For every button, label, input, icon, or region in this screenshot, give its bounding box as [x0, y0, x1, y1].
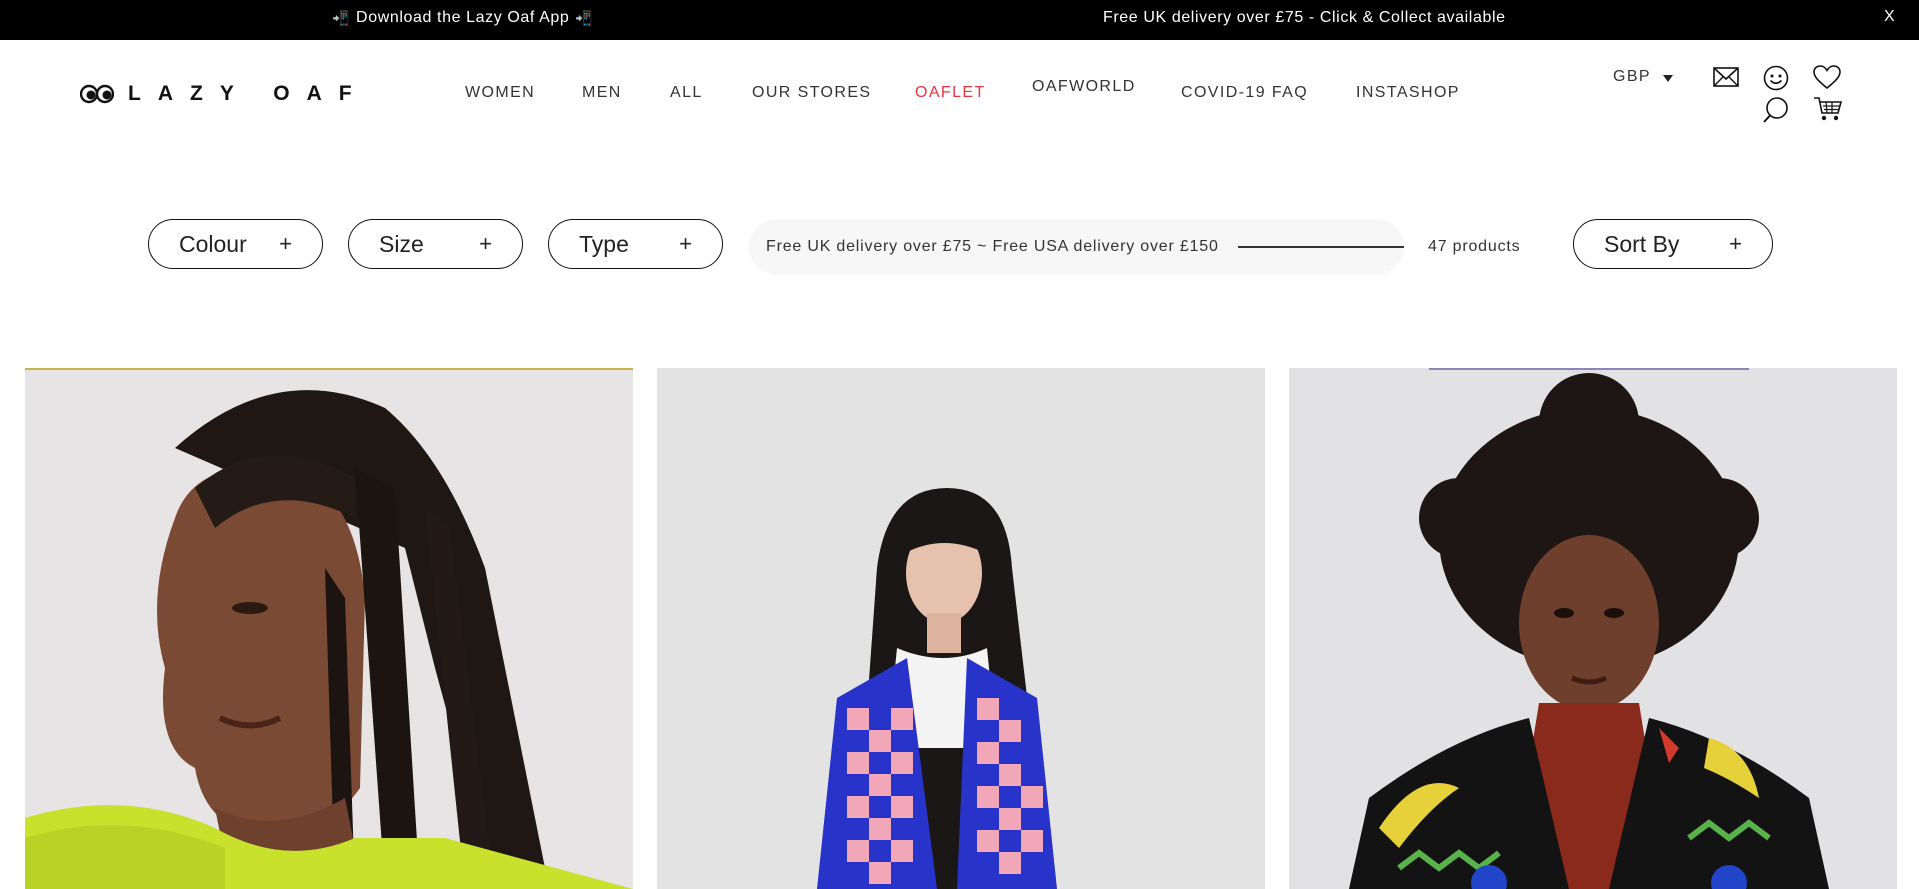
nav-item-men[interactable]: MEN [582, 84, 622, 102]
delivery-promo-banner: Free UK delivery over £75 ~ Free USA del… [749, 219, 1404, 275]
download-app-text: Download the Lazy Oaf App [356, 9, 570, 26]
promo-divider [1238, 246, 1404, 248]
product-card[interactable] [25, 368, 633, 889]
phone-icon: 📲 [332, 9, 351, 26]
delivery-message: Free UK delivery over £75 - Click & Coll… [1103, 9, 1506, 26]
close-announcement-button[interactable]: X [1884, 8, 1895, 26]
size-filter-label: Size [379, 230, 424, 257]
wishlist-icon[interactable] [1813, 65, 1841, 90]
nav-item-covid-faq[interactable]: COVID-19 FAQ [1181, 84, 1308, 102]
download-app-link[interactable]: 📲 Download the Lazy Oaf App 📲 [332, 9, 593, 27]
announcement-bar: 📲 Download the Lazy Oaf App 📲 Free UK de… [0, 0, 1919, 40]
nav-item-our-stores[interactable]: OUR STORES [752, 84, 872, 102]
type-filter-button[interactable]: Type + [548, 219, 723, 269]
colour-filter-button[interactable]: Colour + [148, 219, 323, 269]
cart-icon[interactable] [1813, 96, 1843, 122]
type-filter-label: Type [579, 230, 629, 257]
site-logo[interactable]: LAZY OAF [80, 82, 369, 106]
nav-item-instashop[interactable]: INSTASHOP [1356, 84, 1460, 102]
currency-value: GBP [1613, 68, 1651, 85]
plus-icon: + [479, 231, 492, 256]
sort-by-label: Sort By [1604, 230, 1680, 257]
product-card[interactable] [657, 368, 1265, 889]
plus-icon: + [279, 231, 292, 256]
nav-item-women[interactable]: WOMEN [465, 84, 535, 102]
phone-icon: 📲 [575, 9, 594, 26]
sort-by-button[interactable]: Sort By + [1573, 219, 1773, 269]
chevron-down-icon [1663, 75, 1673, 82]
plus-icon: + [679, 231, 692, 256]
product-image-banana-cardigan [1289, 368, 1897, 889]
currency-selector[interactable]: GBP [1613, 68, 1673, 86]
product-image-check-cardigan [657, 368, 1265, 889]
product-card[interactable] [1289, 368, 1897, 889]
product-count: 47 products [1428, 238, 1521, 255]
account-icon[interactable] [1763, 65, 1789, 91]
logo-eyes-icon [80, 84, 114, 104]
colour-filter-label: Colour [179, 230, 247, 257]
logo-text: LAZY OAF [128, 82, 369, 105]
nav-item-oafworld[interactable]: OAFWORLD [1032, 78, 1136, 96]
product-image-lime-sweater [25, 368, 633, 889]
size-filter-button[interactable]: Size + [348, 219, 523, 269]
nav-item-oaflet[interactable]: OAFLET [915, 84, 986, 102]
mail-icon[interactable] [1713, 67, 1739, 87]
plus-icon: + [1729, 231, 1742, 256]
search-icon[interactable] [1762, 96, 1790, 124]
nav-item-all[interactable]: ALL [670, 84, 703, 102]
promo-text: Free UK delivery over £75 ~ Free USA del… [766, 238, 1219, 255]
